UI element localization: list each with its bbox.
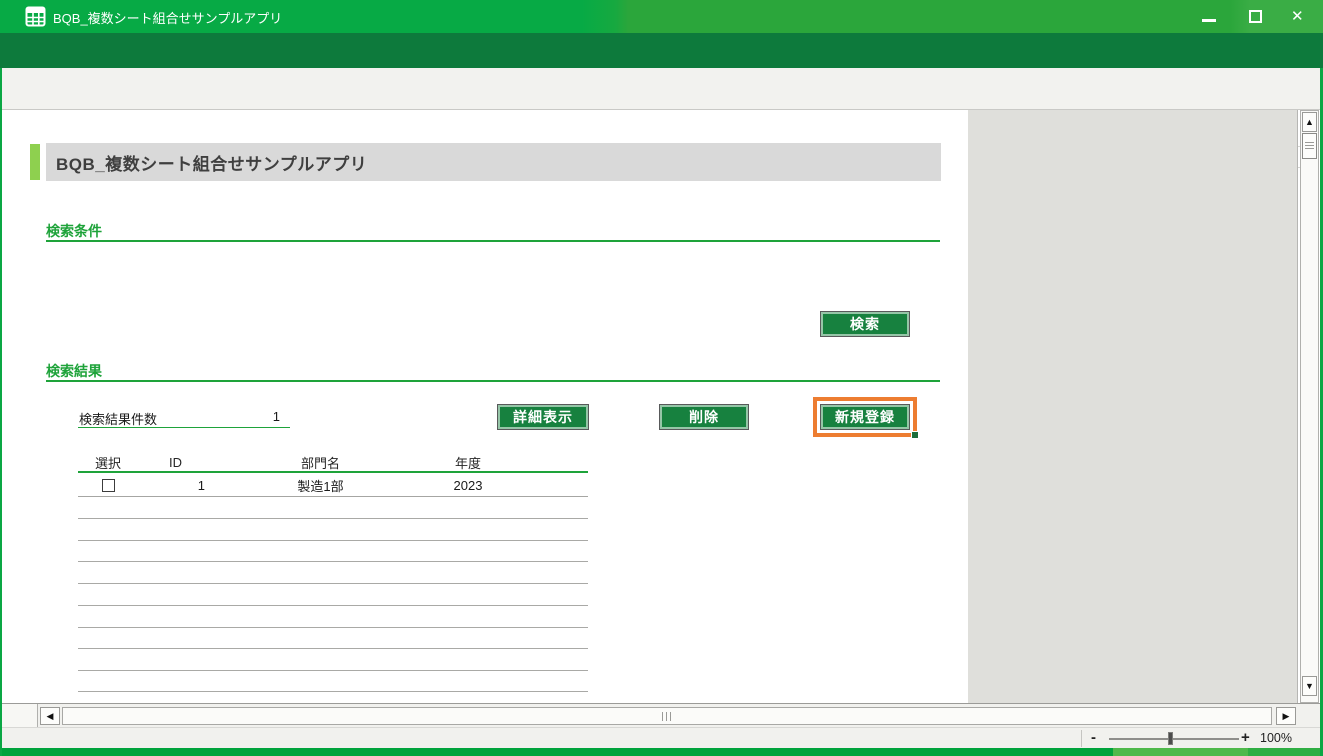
result-count-label: 検索結果件数 — [79, 409, 157, 428]
horizontal-scrollbar[interactable]: ◀ ▶ — [2, 703, 1320, 727]
empty-row-line — [78, 561, 588, 562]
page-title: BQB_複数シート組合せサンプルアプリ — [46, 143, 941, 181]
scroll-right-icon[interactable]: ▶ — [1276, 707, 1296, 725]
minimize-icon[interactable] — [1202, 19, 1216, 22]
result-count-underline — [78, 427, 290, 428]
maximize-icon[interactable] — [1249, 10, 1262, 23]
detail-view-button[interactable]: 詳細表示 — [497, 404, 589, 430]
section-divider — [46, 380, 940, 382]
result-count-value: 1 — [190, 409, 286, 424]
column-header-department: 部門名 — [213, 452, 428, 472]
zoom-level: 100% — [1260, 731, 1292, 745]
window-bottom-strip-light — [1113, 748, 1248, 756]
empty-row-line — [78, 691, 588, 692]
empty-row-line — [78, 627, 588, 628]
section-divider — [46, 240, 940, 242]
fill-handle[interactable] — [911, 431, 919, 439]
formula-bar: ▼ ✕ ✓ fx — [0, 68, 1323, 110]
thumb-grip — [662, 712, 673, 721]
empty-row-line — [78, 583, 588, 584]
empty-row-line — [78, 540, 588, 541]
empty-row-line — [78, 518, 588, 519]
cell-selection-frame: 新規登録 — [813, 397, 917, 437]
column-header-id: ID — [138, 452, 213, 472]
window-bottom-strip — [0, 748, 1113, 756]
table-row: 1 製造1部 2023 — [78, 475, 588, 495]
empty-row-line — [78, 605, 588, 606]
table-header-underline — [78, 471, 588, 473]
sheet-tab-panel — [2, 704, 38, 727]
horizontal-scrollbar-thumb[interactable] — [62, 707, 1272, 725]
column-header-select: 選択 — [78, 452, 138, 472]
vertical-scrollbar-thumb[interactable] — [1302, 133, 1317, 159]
zoom-in-button[interactable]: + — [1241, 729, 1250, 746]
section-title-search-results: 検索結果 — [46, 361, 102, 381]
search-button[interactable]: 検索 — [820, 311, 910, 337]
scroll-down-icon[interactable]: ▼ — [1302, 676, 1317, 696]
page-title-accent-bar — [30, 144, 40, 180]
status-divider — [1081, 730, 1082, 747]
column-header-year: 年度 — [428, 452, 508, 472]
new-registration-button[interactable]: 新規登録 — [820, 404, 910, 430]
cell-year: 2023 — [428, 475, 508, 495]
scroll-left-icon[interactable]: ◀ — [40, 707, 60, 725]
outside-sheet-area — [968, 110, 1298, 703]
vertical-scrollbar[interactable]: ▲ ▼ — [1300, 110, 1319, 703]
window-title: BQB_複数シート組合せサンプルアプリ — [53, 8, 282, 27]
close-icon[interactable]: ✕ — [1291, 7, 1304, 25]
status-bar: - + 100% — [2, 727, 1320, 748]
spreadsheet-app-icon — [25, 6, 46, 27]
zoom-slider-thumb[interactable] — [1168, 732, 1173, 745]
column-header-blank — [508, 452, 588, 472]
zoom-out-button[interactable]: - — [1091, 729, 1096, 746]
cell-id: 1 — [138, 475, 213, 495]
zoom-slider-track[interactable] — [1109, 738, 1239, 740]
window-border-left — [0, 68, 2, 756]
table-header-row: 選択 ID 部門名 年度 — [78, 452, 588, 472]
scroll-up-icon[interactable]: ▲ — [1302, 112, 1317, 132]
titlebar: BQB_複数シート組合せサンプルアプリ ✕ — [0, 0, 1323, 33]
section-title-search-conditions: 検索条件 — [46, 221, 102, 241]
cell-department: 製造1部 — [213, 475, 428, 495]
row-select-checkbox[interactable] — [102, 479, 115, 492]
toolbar: x — [0, 33, 1323, 68]
app-window: BQB_複数シート組合せサンプルアプリ ✕ x ▼ ✕ — [0, 0, 1323, 756]
thumb-grip — [1305, 142, 1314, 150]
window-bottom-strip-mid — [1248, 748, 1323, 756]
table-row-underline — [78, 496, 588, 497]
empty-row-line — [78, 670, 588, 671]
empty-row-line — [78, 648, 588, 649]
delete-button[interactable]: 削除 — [659, 404, 749, 430]
